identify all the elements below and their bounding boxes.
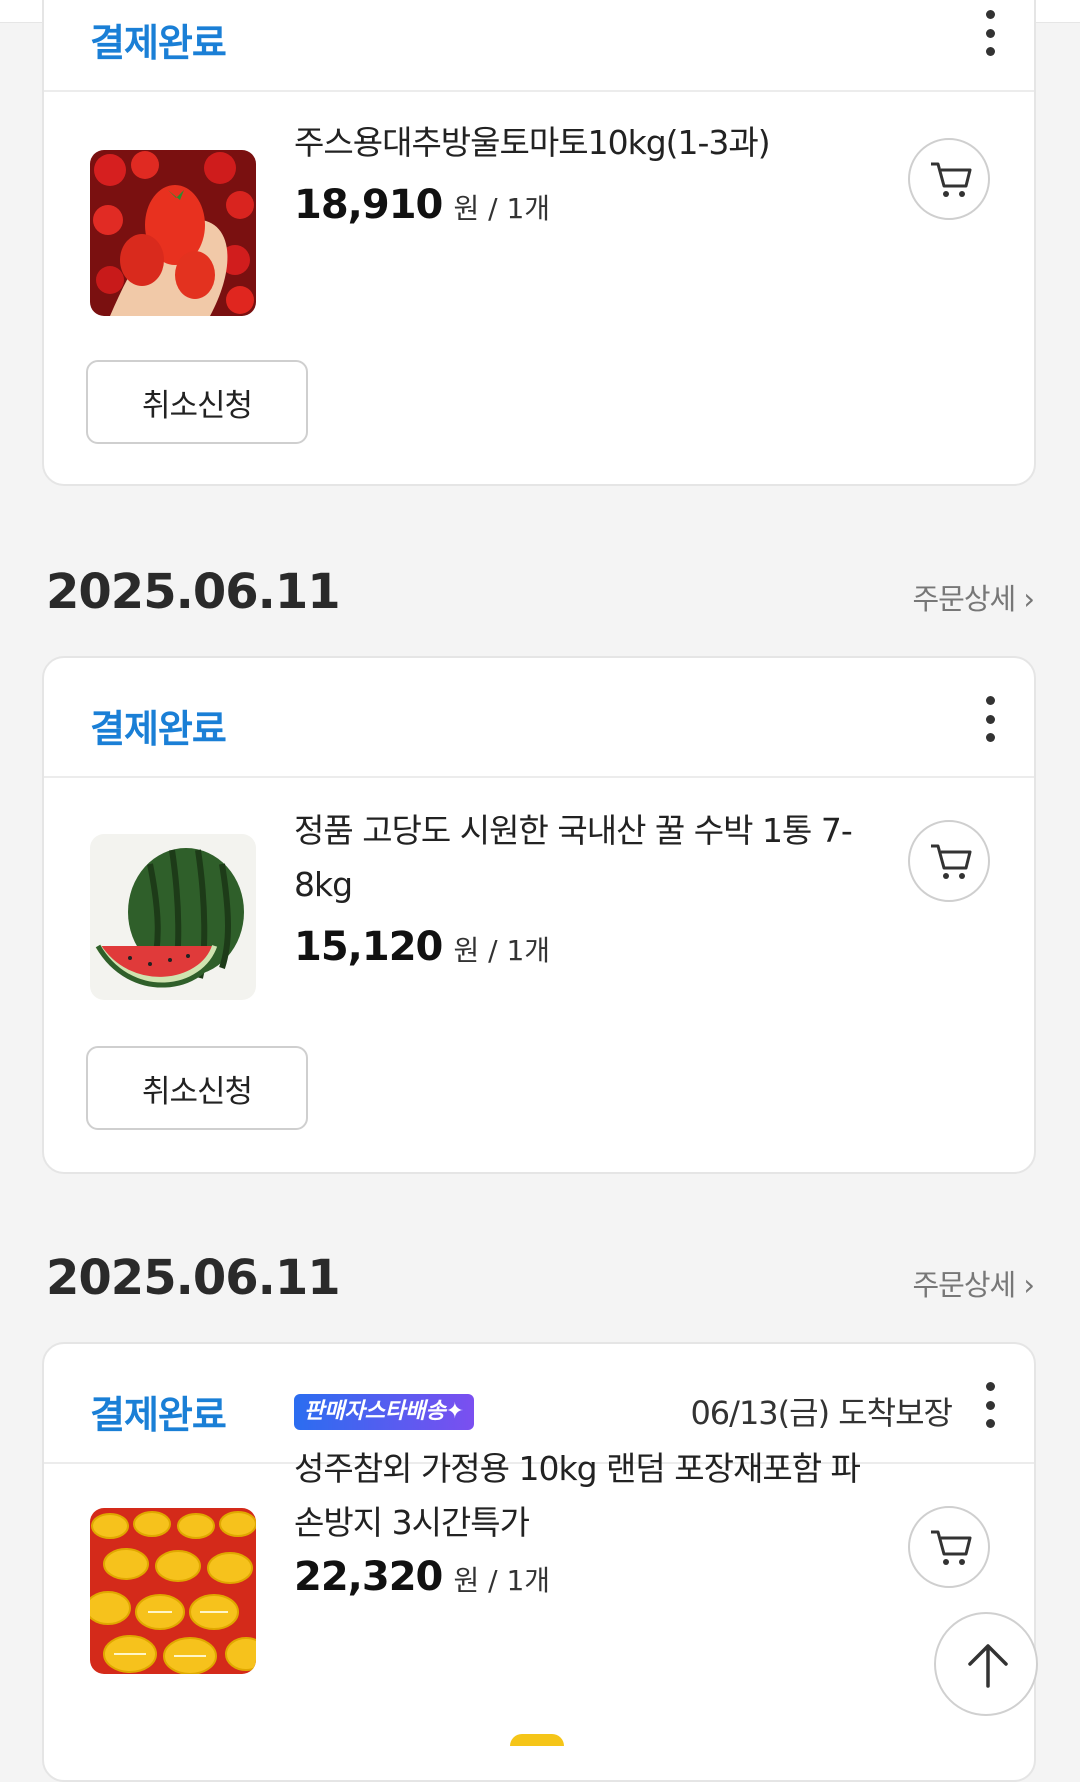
delivery-guarantee: 06/13(금) 도착보장 <box>690 1394 953 1432</box>
product-thumbnail[interactable] <box>90 834 256 1000</box>
product-price: 15,120 <box>294 924 443 970</box>
add-to-cart-button[interactable] <box>908 1506 990 1588</box>
seller-star-delivery-badge: 판매자스타배송✦ <box>294 1394 475 1430</box>
product-price-row: 18,910 원 / 1개 <box>294 182 550 228</box>
arrow-up-icon <box>968 1644 1008 1688</box>
product-unit: 원 / 1개 <box>453 192 551 225</box>
order-status: 결제완료 <box>90 707 227 751</box>
order-card-header: 결제완료 <box>44 658 1034 778</box>
order-detail-link[interactable]: 주문상세 › <box>912 576 1035 618</box>
cancel-request-button[interactable]: 취소신청 <box>86 360 308 444</box>
order-card-1: 결제완료 주스용대추방울토마토10kg(1-3과) 18,910 원 / 1개 … <box>42 0 1036 486</box>
product-name[interactable]: 정품 고당도 시원한 국내산 꿀 수박 1통 7-8kg <box>294 804 884 912</box>
product-unit: 원 / 1개 <box>453 1564 551 1597</box>
product-thumbnail[interactable] <box>90 1508 256 1674</box>
product-name[interactable]: 주스용대추방울토마토10kg(1-3과) <box>294 116 894 170</box>
order-date: 2025.06.11 <box>46 1250 341 1306</box>
cancel-request-button[interactable]: 취소신청 <box>86 1046 308 1130</box>
order-detail-link[interactable]: 주문상세 › <box>912 1262 1035 1304</box>
add-to-cart-button[interactable] <box>908 138 990 220</box>
kebab-menu-icon[interactable] <box>980 1382 1000 1428</box>
product-thumbnail[interactable] <box>90 150 256 316</box>
order-status: 결제완료 <box>90 1393 227 1437</box>
cart-icon <box>931 1530 972 1565</box>
product-price: 22,320 <box>294 1554 443 1600</box>
order-card-3: 결제완료 06/13(금) 도착보장 판매자스타배송✦ 성주참외 가정용 10k… <box>42 1342 1036 1782</box>
product-price-row: 15,120 원 / 1개 <box>294 924 550 970</box>
kebab-menu-icon[interactable] <box>980 10 1000 56</box>
kebab-menu-icon[interactable] <box>980 696 1000 742</box>
product-name[interactable]: 성주참외 가정용 10kg 랜덤 포장재포함 파손방지 3시간특가 <box>294 1442 884 1550</box>
order-card-header: 결제완료 <box>44 0 1034 92</box>
floating-element-peek <box>510 1734 564 1746</box>
order-date: 2025.06.11 <box>46 564 341 620</box>
product-unit: 원 / 1개 <box>453 934 551 967</box>
cart-icon <box>931 844 972 879</box>
cart-icon <box>931 162 972 197</box>
scroll-to-top-button[interactable] <box>934 1612 1038 1716</box>
product-price-row: 22,320 원 / 1개 <box>294 1554 550 1600</box>
order-card-2: 결제완료 정품 고당도 시원한 국내산 꿀 수박 1통 7-8kg 15,120… <box>42 656 1036 1174</box>
product-price: 18,910 <box>294 182 443 228</box>
order-status: 결제완료 <box>90 21 227 65</box>
add-to-cart-button[interactable] <box>908 820 990 902</box>
